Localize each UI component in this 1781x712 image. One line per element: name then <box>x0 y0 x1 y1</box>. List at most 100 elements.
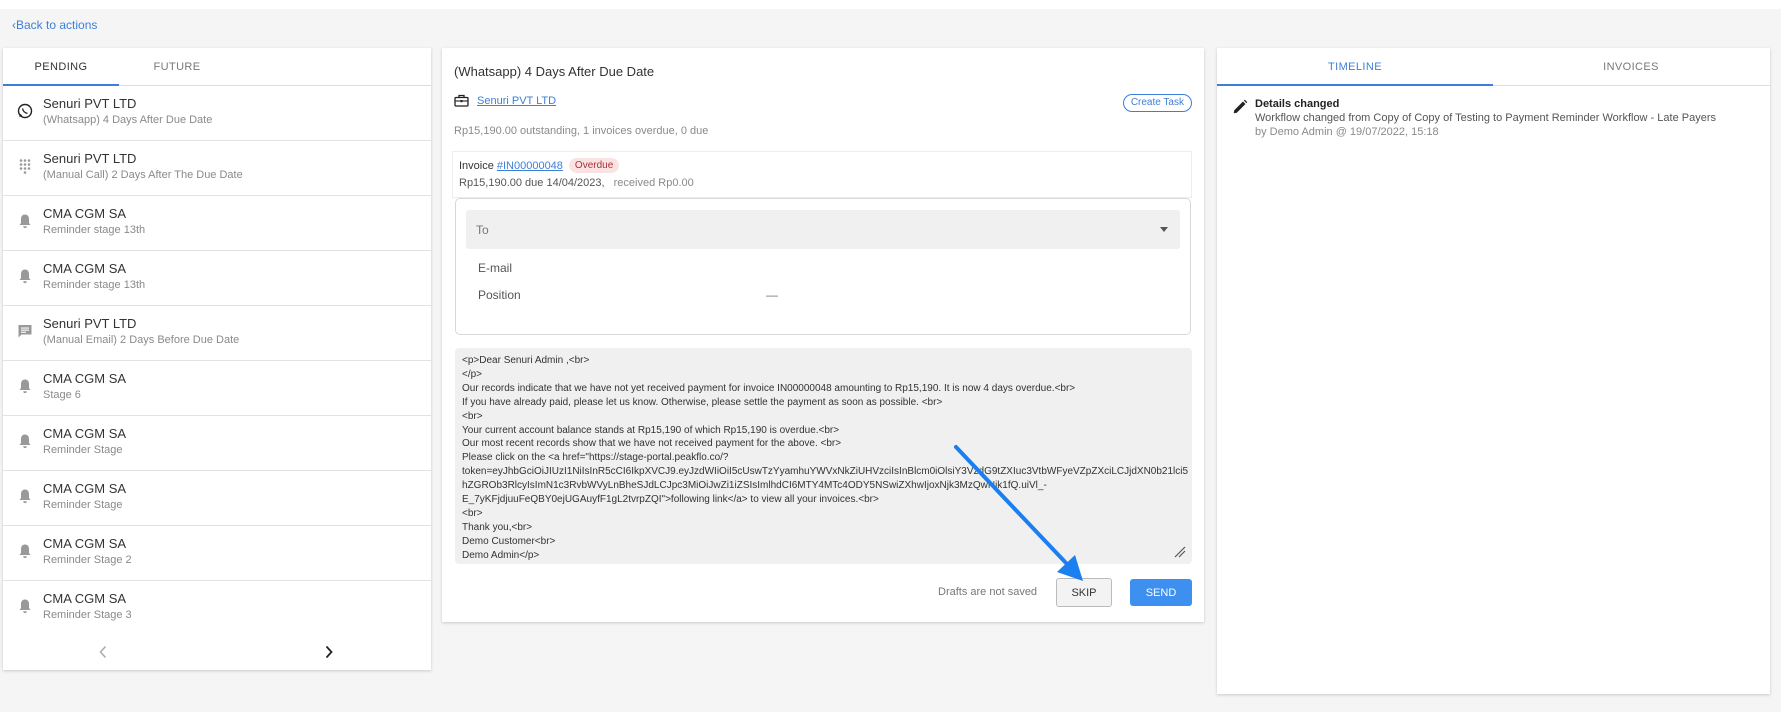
top-strip <box>0 0 1781 9</box>
bell-icon <box>13 429 37 453</box>
action-customer: CMA CGM SA <box>43 206 127 221</box>
prev-page-button[interactable] <box>91 640 115 664</box>
action-customer: Senuri PVT LTD <box>43 96 137 111</box>
action-item[interactable]: CMA CGM SA Reminder Stage <box>3 416 431 471</box>
message-textarea[interactable]: <p>Dear Senuri Admin ,<br> </p> Our reco… <box>455 348 1192 564</box>
dialpad-icon <box>13 154 37 178</box>
balance-summary: Rp15,190.00 outstanding, 1 invoices over… <box>454 125 709 137</box>
action-stage: Reminder Stage <box>43 499 123 511</box>
timeline-entry: Details changed Workflow changed from Co… <box>1231 98 1716 138</box>
create-task-button[interactable]: Create Task <box>1122 94 1192 112</box>
tab-future[interactable]: FUTURE <box>119 48 235 85</box>
action-item[interactable]: Senuri PVT LTD (Whatsapp) 4 Days After D… <box>3 86 431 141</box>
action-item[interactable]: CMA CGM SA Reminder Stage 3 <box>3 581 431 626</box>
message-line: hZGROb3RlcyIsImN1c3RvbWVyLnBheSJdLCJpc3M… <box>462 480 1047 492</box>
send-button[interactable]: SEND <box>1130 579 1192 606</box>
timeline-meta: by Demo Admin @ 19/07/2022, 15:18 <box>1255 126 1439 138</box>
action-customer: CMA CGM SA <box>43 481 127 496</box>
action-stage: (Manual Email) 2 Days Before Due Date <box>43 334 240 346</box>
message-line: Thank you,<br> <box>462 521 533 533</box>
message-line: Please click on the <a href="https://sta… <box>462 452 729 464</box>
action-list: Senuri PVT LTD (Whatsapp) 4 Days After D… <box>3 86 431 626</box>
action-item[interactable]: CMA CGM SA Reminder stage 13th <box>3 251 431 306</box>
action-stage: Reminder Stage 2 <box>43 554 132 566</box>
action-customer: Senuri PVT LTD <box>43 316 137 331</box>
action-customer: CMA CGM SA <box>43 261 127 276</box>
action-title: (Whatsapp) 4 Days After Due Date <box>454 64 655 79</box>
next-page-button[interactable] <box>317 640 341 664</box>
action-stage: Reminder stage 13th <box>43 279 146 291</box>
tab-invoices[interactable]: INVOICES <box>1493 48 1769 85</box>
status-badge: Overdue <box>568 158 620 173</box>
back-label: Back to actions <box>16 18 98 32</box>
invoice-card: Invoice #IN00000048 Overdue Rp15,190.00 … <box>452 151 1192 198</box>
message-icon <box>13 319 37 343</box>
message-line: Our records indicate that we have not ye… <box>462 382 1076 394</box>
actions-tabs: PENDING FUTURE <box>3 48 431 86</box>
resize-handle-icon[interactable] <box>1174 546 1186 558</box>
tab-pending[interactable]: PENDING <box>3 48 119 86</box>
recipient-box: To E-mail Position — <box>455 198 1191 335</box>
message-line: <p>Dear Senuri Admin ,<br> <box>462 355 590 366</box>
drafts-note: Drafts are not saved <box>938 586 1038 598</box>
action-stage: Stage 6 <box>43 389 81 401</box>
message-line: Our most recent records show that we hav… <box>462 438 842 450</box>
pencil-icon <box>1233 99 1248 114</box>
to-select[interactable]: To <box>466 210 1180 249</box>
timeline-tabs: TIMELINE INVOICES <box>1217 48 1770 86</box>
action-item[interactable]: Senuri PVT LTD (Manual Call) 2 Days Afte… <box>3 141 431 196</box>
action-customer: CMA CGM SA <box>43 591 127 606</box>
briefcase-icon <box>454 94 469 107</box>
bell-icon <box>13 594 37 618</box>
customer-link[interactable]: Senuri PVT LTD <box>477 95 556 107</box>
action-item[interactable]: CMA CGM SA Reminder Stage <box>3 471 431 526</box>
action-item[interactable]: CMA CGM SA Reminder stage 13th <box>3 196 431 251</box>
skip-button[interactable]: SKIP <box>1056 578 1112 607</box>
message-line: Demo Admin</p> <box>462 549 540 561</box>
list-pager <box>3 632 431 670</box>
message-line: Your current account balance stands at R… <box>462 424 840 436</box>
message-line: token=eyJhbGciOiJIUzI1NiIsInR5cCI6IkpXVC… <box>462 466 1189 478</box>
actions-list-panel: PENDING FUTURE Senuri PVT LTD (Whatsapp)… <box>3 48 431 670</box>
action-stage: Reminder stage 13th <box>43 224 146 236</box>
chevron-left-icon <box>99 645 107 659</box>
email-label: E-mail <box>478 261 513 275</box>
action-customer: CMA CGM SA <box>43 536 127 551</box>
invoice-number-link[interactable]: #IN00000048 <box>497 160 563 172</box>
action-item[interactable]: CMA CGM SA Reminder Stage 2 <box>3 526 431 581</box>
timeline-description: Workflow changed from Copy of Copy of Te… <box>1255 112 1716 124</box>
bell-icon <box>13 539 37 563</box>
position-value: — <box>766 288 778 302</box>
bell-icon <box>13 264 37 288</box>
bell-icon <box>13 484 37 508</box>
back-to-actions-link[interactable]: ‹Back to actions <box>12 18 97 32</box>
bell-icon <box>13 374 37 398</box>
bell-icon <box>13 209 37 233</box>
message-line: <br> <box>462 410 483 422</box>
action-customer: CMA CGM SA <box>43 371 127 386</box>
action-detail-panel: (Whatsapp) 4 Days After Due Date Senuri … <box>442 48 1204 622</box>
invoice-prefix: Invoice <box>459 159 494 172</box>
tab-timeline[interactable]: TIMELINE <box>1217 48 1493 86</box>
action-customer: CMA CGM SA <box>43 426 127 441</box>
action-stage: Reminder Stage 3 <box>43 609 132 621</box>
whatsapp-icon <box>13 99 37 123</box>
message-line: <br> <box>462 507 483 519</box>
message-line: E_7yKFjdjuuFeQBY0ejUGAuyfF1gL2tvrpZQI">f… <box>462 494 879 506</box>
action-stage: (Whatsapp) 4 Days After Due Date <box>43 114 213 126</box>
timeline-title: Details changed <box>1255 98 1340 110</box>
to-label: To <box>476 223 489 237</box>
caret-down-icon <box>1160 227 1168 232</box>
message-line: Demo Customer<br> <box>462 535 556 547</box>
message-line: If you have already paid, please let us … <box>462 396 943 408</box>
customer-row: Senuri PVT LTD <box>454 94 556 107</box>
timeline-panel: TIMELINE INVOICES Details changed Workfl… <box>1217 48 1770 694</box>
invoice-due: Rp15,190.00 due 14/04/2023, <box>459 177 605 189</box>
chevron-right-icon <box>325 645 333 659</box>
action-stage: Reminder Stage <box>43 444 123 456</box>
action-item[interactable]: CMA CGM SA Stage 6 <box>3 361 431 416</box>
invoice-received: received Rp0.00 <box>613 177 694 189</box>
position-label: Position <box>478 288 521 302</box>
action-item[interactable]: Senuri PVT LTD (Manual Email) 2 Days Bef… <box>3 306 431 361</box>
action-stage: (Manual Call) 2 Days After The Due Date <box>43 169 243 181</box>
